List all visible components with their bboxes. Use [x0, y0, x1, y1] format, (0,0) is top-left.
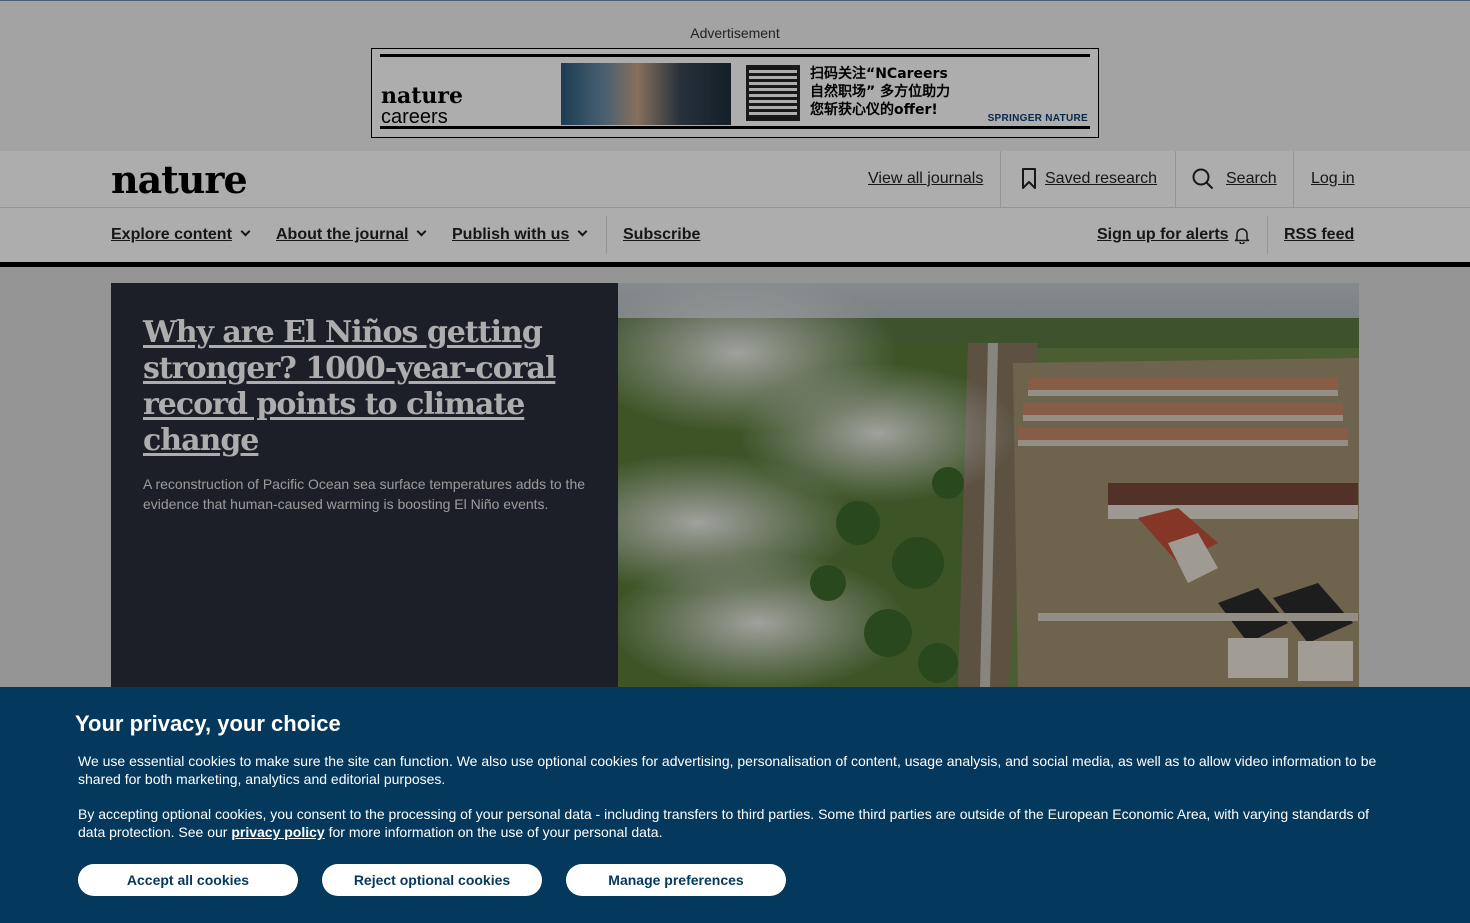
hero-article-summary: A reconstruction of Pacific Ocean sea su…: [143, 476, 586, 512]
nav-explore-content[interactable]: Explore content: [111, 226, 251, 244]
ad-text-line: 自然职场” 多方位助力: [810, 84, 951, 100]
ad-publisher-logo: SPRINGER NATURE: [987, 113, 1088, 124]
ad-logo-careers: careers: [381, 106, 448, 128]
ad-chinese-text: 扫码关注“NCareers 自然职场” 多方位助力 您斩获心仪的offer!: [810, 65, 950, 119]
nav-subscribe[interactable]: Subscribe: [623, 226, 700, 244]
nav-label: Publish with us: [452, 226, 570, 243]
chevron-down-icon: [577, 226, 588, 237]
ad-text-line: 扫码关注“NCareers: [810, 66, 948, 82]
ad-logo-nature: nature: [381, 83, 463, 109]
privacy-policy-link[interactable]: privacy policy: [231, 824, 324, 840]
hero-article-title[interactable]: Why are El Niños getting stronger? 1000-…: [143, 315, 573, 459]
ad-label: Advertisement: [690, 25, 780, 41]
site-header: nature View all journals Saved research …: [0, 151, 1470, 208]
view-all-journals-link[interactable]: View all journals: [868, 170, 983, 188]
hero-article-panel: Why are El Niños getting stronger? 1000-…: [111, 283, 618, 687]
nav-label: About the journal: [276, 226, 409, 243]
header-divider: [1293, 151, 1294, 208]
nav-publish-with-us[interactable]: Publish with us: [452, 226, 588, 244]
nav-rss-feed[interactable]: RSS feed: [1284, 226, 1354, 244]
hero-article-image[interactable]: [618, 283, 1359, 687]
search-icon: [1192, 168, 1214, 190]
cookie-text-part: for more information on the use of your …: [324, 824, 663, 840]
header-divider: [1000, 151, 1001, 208]
ad-text-line: 您斩获心仪的offer!: [810, 102, 938, 118]
chevron-down-icon: [240, 226, 251, 237]
chevron-down-icon: [416, 226, 427, 237]
aerial-photo-image: [618, 283, 1359, 687]
nav-divider: [1267, 216, 1268, 254]
nav-sign-up-alerts[interactable]: Sign up for alerts: [1097, 226, 1229, 244]
cookie-description: We use essential cookies to make sure th…: [78, 753, 1377, 787]
saved-research-link[interactable]: Saved research: [1045, 170, 1157, 188]
bookmark-icon: [1022, 168, 1036, 189]
ad-creative[interactable]: nature careers 扫码关注“NCareers 自然职场” 多方位助力…: [371, 48, 1099, 138]
nav-divider: [606, 216, 607, 254]
manage-preferences-button[interactable]: Manage preferences: [566, 864, 786, 896]
header-divider: [1175, 151, 1176, 208]
journal-nav: Explore content About the journal Publis…: [0, 208, 1470, 267]
reject-optional-cookies-button[interactable]: Reject optional cookies: [322, 864, 542, 896]
search-button[interactable]: Search: [1226, 170, 1277, 188]
cookie-title: Your privacy, your choice: [75, 711, 341, 736]
nav-about-journal[interactable]: About the journal: [276, 226, 427, 244]
nav-label: Explore content: [111, 226, 232, 243]
bell-icon: [1234, 228, 1250, 244]
login-link[interactable]: Log in: [1311, 170, 1355, 188]
ad-banner-area: Advertisement nature careers 扫码关注“NCaree…: [0, 0, 1470, 151]
accept-all-cookies-button[interactable]: Accept all cookies: [78, 864, 298, 896]
ad-photo: [561, 63, 731, 125]
nature-logo[interactable]: nature: [111, 157, 248, 202]
cookie-consent-banner: Your privacy, your choice We use essenti…: [0, 687, 1470, 923]
cookie-consent-text: By accepting optional cookies, you conse…: [78, 805, 1388, 841]
qr-code-icon: [746, 65, 800, 121]
